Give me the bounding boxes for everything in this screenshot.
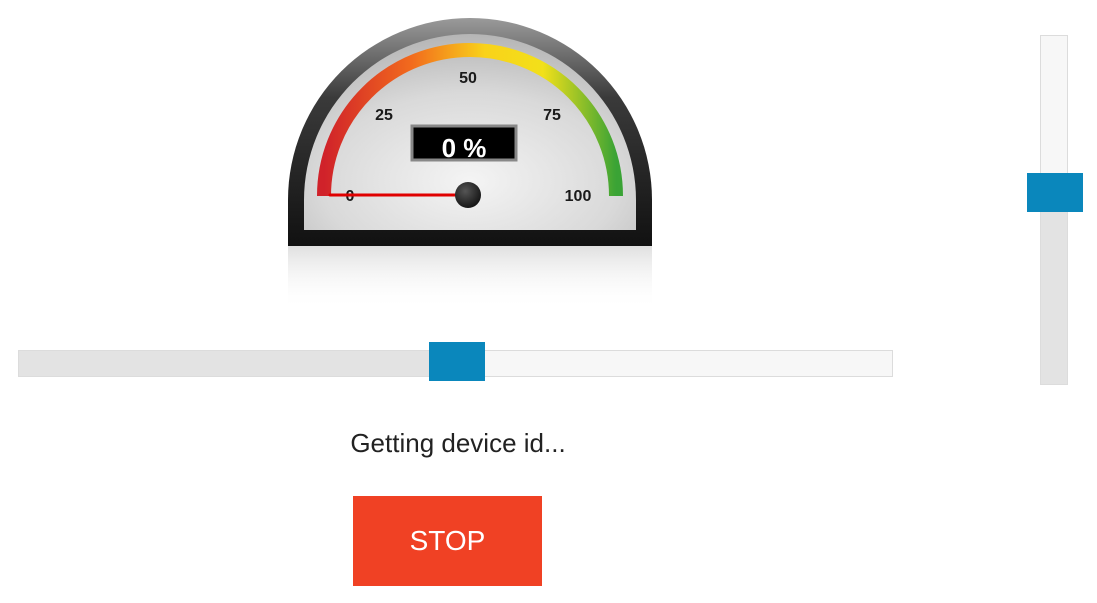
vertical-slider[interactable] bbox=[1027, 35, 1083, 385]
horizontal-slider-fill bbox=[19, 351, 457, 376]
horizontal-slider[interactable] bbox=[18, 342, 893, 381]
vertical-slider-thumb[interactable] bbox=[1027, 173, 1083, 212]
horizontal-slider-thumb[interactable] bbox=[429, 342, 485, 381]
gauge-hub bbox=[455, 182, 481, 208]
gauge-tick-label: 50 bbox=[459, 70, 477, 87]
vertical-slider-fill bbox=[1041, 190, 1067, 384]
gauge-tick-label: 75 bbox=[543, 107, 561, 124]
status-message: Getting device id... bbox=[350, 428, 566, 458]
stop-button[interactable]: STOP bbox=[353, 496, 542, 586]
gauge-tick-label: 25 bbox=[375, 107, 393, 124]
gauge-reflection bbox=[288, 246, 652, 310]
gauge-readout: 0 % bbox=[442, 133, 487, 163]
speedometer-gauge: 0 25 50 75 100 0 % bbox=[280, 10, 660, 310]
gauge-tick-label: 100 bbox=[565, 188, 592, 205]
